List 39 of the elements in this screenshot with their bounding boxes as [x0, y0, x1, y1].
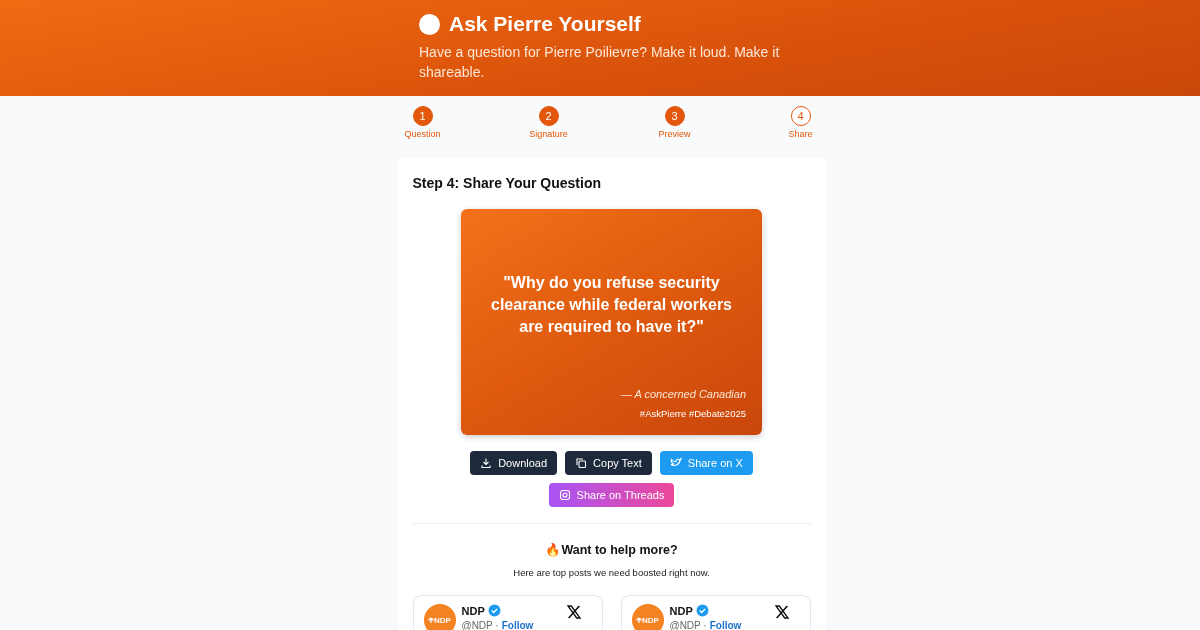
account-handle: @NDP · [669, 620, 707, 630]
ndp-avatar: NDP [631, 604, 664, 630]
step-number: 1 [412, 106, 433, 126]
step-label: Question [404, 129, 441, 139]
account-handle: @NDP · [461, 620, 499, 630]
step-label: Preview [658, 129, 691, 139]
x-button[interactable]: Share on X [659, 451, 753, 475]
step-label: Share [788, 129, 813, 139]
follow-link[interactable]: Follow [709, 620, 742, 630]
help-text: Here are top posts we need boosted right now. [512, 567, 711, 578]
verified-icon [695, 604, 709, 617]
account-name: NDP [461, 604, 485, 617]
x-logo-icon [565, 604, 582, 620]
question-text: "Why do you refuse security clearance while federal workers are required to have it?" [490, 273, 733, 337]
signature-text: — A concerned Canadian [619, 388, 746, 400]
step-number: 3 [664, 106, 685, 126]
ndp-avatar: NDP [423, 604, 456, 630]
copy-icon [575, 457, 588, 469]
step-number: 4 [790, 106, 811, 126]
leaf-icon [428, 617, 435, 623]
verified-icon [487, 604, 501, 617]
download-button[interactable]: Download [470, 451, 558, 475]
step-label: Signature [529, 129, 568, 139]
circle-icon [419, 13, 440, 35]
bird-icon [669, 457, 682, 469]
leaf-icon [636, 617, 643, 623]
account-name: NDP [669, 604, 693, 617]
x-logo-icon [773, 604, 790, 620]
copy-button[interactable]: Copy Text [565, 451, 652, 475]
help-heading: 🔥Want to help more? [544, 542, 679, 557]
instagram-icon [558, 489, 571, 501]
threads-button[interactable]: Share on Threads [548, 483, 675, 507]
page-title: Ask Pierre Yourself [449, 12, 641, 36]
step-number: 2 [538, 106, 559, 126]
card-heading: Step 4: Share Your Question [412, 175, 603, 191]
follow-link[interactable]: Follow [501, 620, 534, 630]
hashtags-text: #AskPierre #Debate2025 [638, 408, 746, 419]
download-icon [480, 457, 493, 469]
page-subtitle: Have a question for Pierre Poilievre? Make it loud. Make it shareable. [419, 43, 781, 82]
